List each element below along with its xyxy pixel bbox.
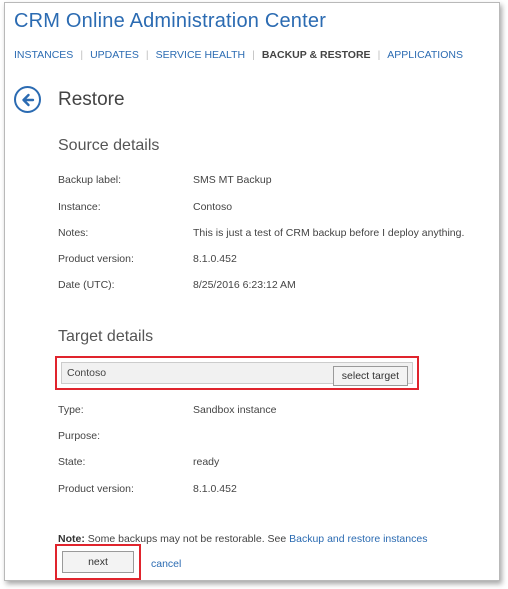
row-label: Product version: <box>58 253 134 265</box>
source-details-heading: Source details <box>58 137 160 154</box>
row-value: This is just a test of CRM backup before… <box>193 227 465 239</box>
target-details-heading: Target details <box>58 328 154 345</box>
row-value: ready <box>193 456 220 468</box>
row-value: 8.1.0.452 <box>193 483 237 495</box>
row-value: 8.1.0.452 <box>193 253 237 265</box>
cancel-link[interactable]: cancel <box>151 558 181 570</box>
row-label: State: <box>58 456 86 468</box>
arrow-left-icon <box>21 93 34 106</box>
nav-instances[interactable]: INSTANCES <box>14 49 73 61</box>
select-target-button[interactable]: select target <box>332 366 408 386</box>
backup-restore-help-link[interactable]: Backup and restore instances <box>289 533 427 545</box>
back-button[interactable] <box>14 86 41 113</box>
nav-separator: | <box>145 49 149 61</box>
row-label: Purpose: <box>58 430 101 442</box>
target-instance-field[interactable]: Contoso select target <box>61 362 413 386</box>
nav-separator: | <box>252 49 255 61</box>
row-label: Product version: <box>58 483 134 495</box>
row-value: Contoso <box>193 201 233 213</box>
row-label: Instance: <box>58 201 101 213</box>
top-nav: INSTANCES | UPDATES | SERVICE HEALTH | B… <box>14 49 463 61</box>
next-button[interactable]: next <box>62 551 134 573</box>
nav-separator: | <box>377 49 381 61</box>
target-selector-highlight: Contoso select target <box>55 356 419 390</box>
row-label: Date (UTC): <box>58 279 115 291</box>
nav-separator: | <box>80 49 84 61</box>
target-instance-value: Contoso <box>67 367 107 379</box>
next-button-highlight: next <box>55 544 141 580</box>
row-value: SMS MT Backup <box>193 174 272 186</box>
row-value: 8/25/2016 6:23:12 AM <box>193 279 296 291</box>
page-title: Restore <box>58 89 125 110</box>
nav-backup-restore[interactable]: BACKUP & RESTORE <box>262 49 371 61</box>
admin-center-window: CRM Online Administration Center INSTANC… <box>4 2 500 581</box>
row-label: Notes: <box>58 227 89 239</box>
nav-updates[interactable]: UPDATES <box>90 49 139 61</box>
row-label: Backup label: <box>58 174 122 186</box>
row-value: Sandbox instance <box>193 404 277 416</box>
nav-service-health[interactable]: SERVICE HEALTH <box>156 49 245 61</box>
nav-applications[interactable]: APPLICATIONS <box>387 49 463 61</box>
row-label: Type: <box>58 404 84 416</box>
app-title: CRM Online Administration Center <box>14 10 327 32</box>
